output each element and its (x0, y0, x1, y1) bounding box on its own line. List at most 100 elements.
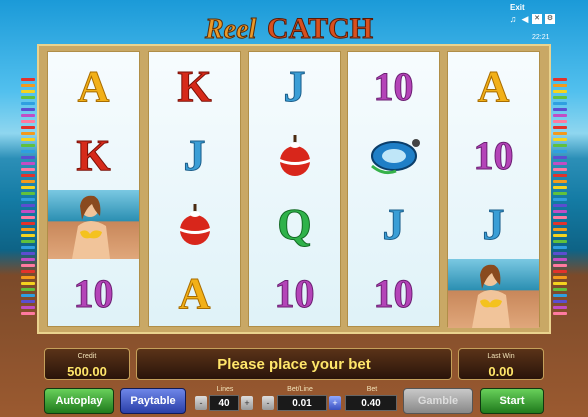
payline-marker (553, 126, 567, 129)
payline-marker (553, 258, 567, 261)
payline-marker (21, 168, 35, 171)
payline-marker (553, 120, 567, 123)
payline-marker (21, 84, 35, 87)
payline-marker (553, 246, 567, 249)
right-payline-markers (553, 78, 567, 318)
payline-marker (21, 294, 35, 297)
payline-marker (21, 144, 35, 147)
payline-marker (553, 312, 567, 315)
payline-marker (21, 306, 35, 309)
payline-marker (553, 132, 567, 135)
payline-marker (553, 282, 567, 285)
music-note-icon[interactable]: ♫ (508, 14, 518, 24)
speaker-icon[interactable]: ◀ (520, 14, 530, 24)
payline-marker (21, 192, 35, 195)
payline-marker (553, 192, 567, 195)
payline-marker (21, 156, 35, 159)
reel-5: A 10 J (447, 51, 540, 328)
payline-marker (21, 102, 35, 105)
payline-marker (553, 84, 567, 87)
lines-decrease-button[interactable]: - (195, 396, 207, 410)
payline-marker (553, 300, 567, 303)
payline-marker (553, 270, 567, 273)
payline-marker (553, 168, 567, 171)
payline-marker (553, 234, 567, 237)
total-bet-value: 0.40 (345, 395, 397, 411)
payline-marker (553, 240, 567, 243)
bet-label: Bet (366, 386, 378, 393)
status-message: Please place your bet (217, 356, 371, 373)
payline-marker (21, 240, 35, 243)
paytable-button[interactable]: Paytable (120, 388, 186, 414)
logo-text-catch: CATCH (266, 12, 374, 46)
payline-marker (21, 108, 35, 111)
betline-increase-button[interactable]: + (329, 396, 341, 410)
payline-marker (553, 138, 567, 141)
payline-marker (21, 276, 35, 279)
symbol-j: J (382, 200, 405, 250)
payline-marker (553, 216, 567, 219)
payline-marker (553, 222, 567, 225)
payline-marker (553, 204, 567, 207)
credit-value: 500.00 (67, 364, 107, 379)
reel-4: 10 J 10 (347, 51, 440, 327)
payline-marker (553, 276, 567, 279)
payline-marker (553, 252, 567, 255)
payline-marker (553, 156, 567, 159)
exit-button[interactable]: Exit (510, 3, 525, 12)
payline-marker (21, 222, 35, 225)
bet-per-line-label: Bet/Line (287, 386, 313, 393)
settings-icon[interactable]: ⚙ (545, 14, 555, 24)
last-win-value: 0.00 (488, 364, 514, 379)
payline-marker (21, 150, 35, 153)
payline-marker (553, 288, 567, 291)
bet-per-line-value: 0.01 (277, 395, 327, 411)
payline-marker (21, 216, 35, 219)
payline-marker (21, 186, 35, 189)
payline-marker (21, 114, 35, 117)
payline-marker (21, 288, 35, 291)
payline-marker (553, 264, 567, 267)
payline-marker (553, 198, 567, 201)
payline-marker (21, 210, 35, 213)
reel-3: J Q 10 (248, 51, 341, 327)
payline-marker (21, 204, 35, 207)
payline-marker (21, 234, 35, 237)
woman-symbol (448, 259, 539, 328)
payline-marker (21, 96, 35, 99)
payline-marker (21, 228, 35, 231)
message-panel: Please place your bet (136, 348, 452, 380)
fullscreen-icon[interactable]: ✕ (532, 14, 542, 24)
symbol-10: 10 (373, 271, 414, 317)
autoplay-button[interactable]: Autoplay (44, 388, 114, 414)
symbol-10: 10 (73, 271, 114, 317)
symbol-k: K (177, 62, 212, 112)
lines-increase-button[interactable]: + (241, 396, 253, 410)
payline-marker (553, 306, 567, 309)
payline-marker (21, 162, 35, 165)
payline-marker (553, 108, 567, 111)
symbol-k: K (76, 131, 111, 181)
betline-decrease-button[interactable]: - (262, 396, 274, 410)
woman-symbol (48, 190, 139, 259)
last-win-panel: Last Win 0.00 (458, 348, 544, 380)
payline-marker (21, 132, 35, 135)
payline-marker (21, 246, 35, 249)
credit-label: Credit (77, 353, 97, 360)
payline-marker (21, 264, 35, 267)
payline-marker (553, 114, 567, 117)
start-button[interactable]: Start (480, 388, 544, 414)
lines-label: Lines (216, 386, 234, 393)
payline-marker (21, 120, 35, 123)
payline-marker (21, 198, 35, 201)
payline-marker (21, 180, 35, 183)
payline-marker (21, 90, 35, 93)
payline-marker (21, 312, 35, 315)
gamble-button[interactable]: Gamble (403, 388, 473, 414)
payline-marker (553, 162, 567, 165)
reel-2: KJ A (148, 51, 241, 327)
payline-marker (553, 78, 567, 81)
payline-marker (553, 228, 567, 231)
last-win-label: Last Win (487, 353, 515, 360)
left-payline-markers (21, 78, 35, 318)
